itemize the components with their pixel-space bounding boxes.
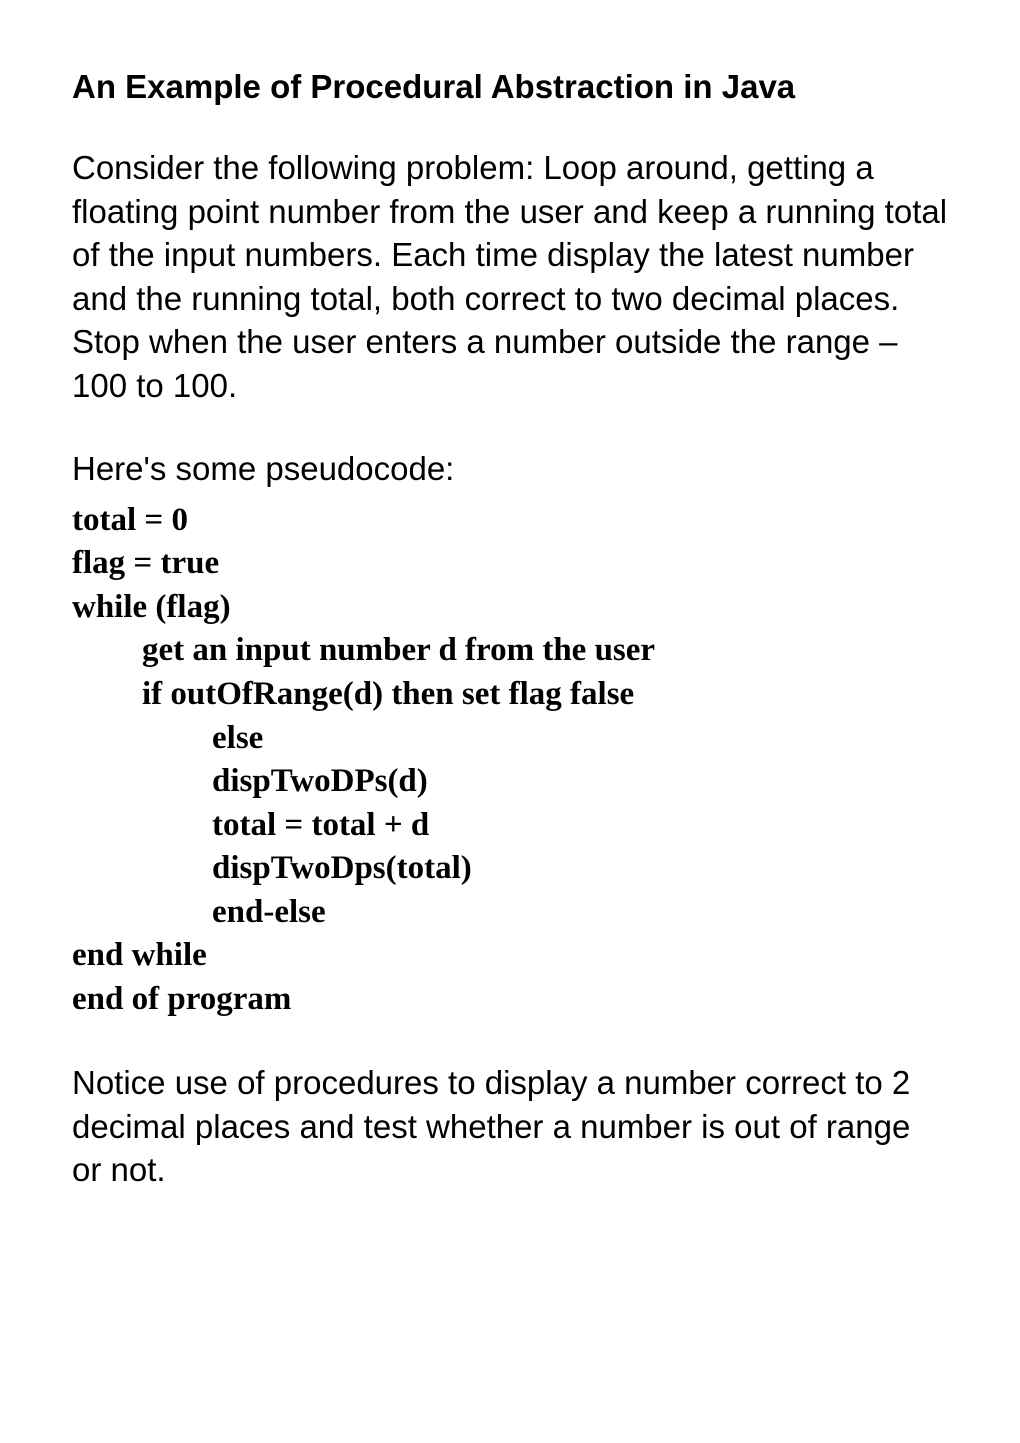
closing-paragraph: Notice use of procedures to display a nu… — [72, 1061, 948, 1192]
pseudocode-intro: Here's some pseudocode: — [72, 447, 948, 491]
pseudocode-line: total = 0 — [72, 499, 948, 543]
pseudocode-line: end-else — [72, 891, 948, 935]
pseudocode-line: flag = true — [72, 542, 948, 586]
pseudocode-line: dispTwoDPs(d) — [72, 760, 948, 804]
pseudocode-line: end while — [72, 934, 948, 978]
pseudocode-line: if outOfRange(d) then set flag false — [72, 673, 948, 717]
pseudocode-line: total = total + d — [72, 804, 948, 848]
pseudocode-block: total = 0 flag = true while (flag) get a… — [72, 499, 948, 1022]
pseudocode-line: dispTwoDps(total) — [72, 847, 948, 891]
document-title: An Example of Procedural Abstraction in … — [72, 68, 948, 106]
pseudocode-line: end of program — [72, 978, 948, 1022]
pseudocode-line: else — [72, 717, 948, 761]
pseudocode-line: get an input number d from the user — [72, 629, 948, 673]
pseudocode-line: while (flag) — [72, 586, 948, 630]
intro-paragraph: Consider the following problem: Loop aro… — [72, 146, 948, 407]
